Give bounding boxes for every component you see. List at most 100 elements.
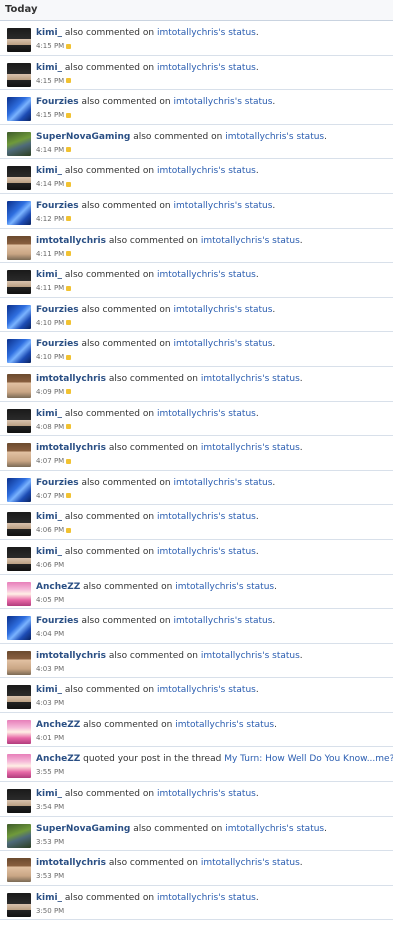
target-link[interactable]: imtotallychris's status (157, 28, 256, 38)
target-link[interactable]: imtotallychris's status (157, 789, 256, 799)
target-link[interactable]: imtotallychris's status (157, 166, 256, 176)
target-link[interactable]: imtotallychris's status (175, 720, 274, 730)
notification-item[interactable]: kimi_ also commented on imtotallychris's… (0, 540, 393, 575)
user-avatar[interactable] (7, 477, 31, 502)
user-avatar[interactable] (7, 650, 31, 675)
notification-item[interactable]: SuperNovaGaming also commented on imtota… (0, 125, 393, 160)
username-link[interactable]: kimi_ (36, 166, 62, 176)
user-avatar[interactable] (7, 823, 31, 848)
notification-item[interactable]: imtotallychris also commented on imtotal… (0, 644, 393, 679)
username-link[interactable]: kimi_ (36, 270, 62, 280)
notification-item[interactable]: SuperNovaGaming also commented on imtota… (0, 817, 393, 852)
target-link[interactable]: imtotallychris's status (225, 132, 324, 142)
user-avatar[interactable] (7, 443, 31, 468)
username-link[interactable]: kimi_ (36, 63, 62, 73)
username-link[interactable]: AncheZZ (36, 754, 80, 764)
user-avatar[interactable] (7, 719, 31, 744)
username-link[interactable]: Fourzies (36, 616, 79, 626)
user-avatar[interactable] (7, 166, 31, 191)
target-link[interactable]: imtotallychris's status (201, 374, 300, 384)
username-link[interactable]: Fourzies (36, 97, 79, 107)
user-avatar[interactable] (7, 200, 31, 225)
target-link[interactable]: imtotallychris's status (157, 893, 256, 903)
username-link[interactable]: SuperNovaGaming (36, 824, 130, 834)
notification-item[interactable]: imtotallychris also commented on imtotal… (0, 367, 393, 402)
notification-item[interactable]: kimi_ also commented on imtotallychris's… (0, 56, 393, 91)
username-link[interactable]: Fourzies (36, 339, 79, 349)
notification-item[interactable]: kimi_ also commented on imtotallychris's… (0, 402, 393, 437)
target-link[interactable]: imtotallychris's status (174, 616, 273, 626)
notification-item[interactable]: AncheZZ quoted your post in the thread M… (0, 747, 393, 783)
target-link[interactable]: imtotallychris's status (157, 512, 256, 522)
target-link[interactable]: My Turn: How Well Do You Know...me? (224, 754, 393, 764)
username-link[interactable]: imtotallychris (36, 374, 106, 384)
username-link[interactable]: kimi_ (36, 685, 62, 695)
username-link[interactable]: SuperNovaGaming (36, 132, 130, 142)
user-avatar[interactable] (7, 339, 31, 364)
user-avatar[interactable] (7, 408, 31, 433)
notification-item[interactable]: AncheZZ also commented on imtotallychris… (0, 713, 393, 748)
username-link[interactable]: kimi_ (36, 512, 62, 522)
notification-item[interactable]: kimi_ also commented on imtotallychris's… (0, 678, 393, 713)
notification-item[interactable]: kimi_ also commented on imtotallychris's… (0, 159, 393, 194)
username-link[interactable]: imtotallychris (36, 858, 106, 868)
user-avatar[interactable] (7, 28, 31, 52)
user-avatar[interactable] (7, 581, 31, 606)
notification-item[interactable]: kimi_ also commented on imtotallychris's… (0, 21, 393, 56)
target-link[interactable]: imtotallychris's status (201, 858, 300, 868)
notification-item[interactable]: Fourzies also commented on imtotallychri… (0, 298, 393, 333)
username-link[interactable]: kimi_ (36, 893, 62, 903)
username-link[interactable]: Fourzies (36, 478, 79, 488)
username-link[interactable]: kimi_ (36, 409, 62, 419)
target-link[interactable]: imtotallychris's status (174, 97, 273, 107)
target-link[interactable]: imtotallychris's status (174, 305, 273, 315)
target-link[interactable]: imtotallychris's status (201, 236, 300, 246)
user-avatar[interactable] (7, 892, 31, 917)
notification-item[interactable]: imtotallychris also commented on imtotal… (0, 436, 393, 471)
notification-item[interactable]: kimi_ also commented on imtotallychris's… (0, 263, 393, 298)
username-link[interactable]: Fourzies (36, 305, 79, 315)
user-avatar[interactable] (7, 97, 31, 122)
user-avatar[interactable] (7, 131, 31, 156)
notification-item[interactable]: Fourzies also commented on imtotallychri… (0, 471, 393, 506)
user-avatar[interactable] (7, 754, 31, 779)
target-link[interactable]: imtotallychris's status (174, 201, 273, 211)
notification-item[interactable]: imtotallychris also commented on imtotal… (0, 229, 393, 264)
target-link[interactable]: imtotallychris's status (157, 547, 256, 557)
user-avatar[interactable] (7, 858, 31, 883)
user-avatar[interactable] (7, 546, 31, 571)
target-link[interactable]: imtotallychris's status (175, 582, 274, 592)
user-avatar[interactable] (7, 270, 31, 295)
target-link[interactable]: imtotallychris's status (157, 685, 256, 695)
user-avatar[interactable] (7, 304, 31, 329)
user-avatar[interactable] (7, 62, 31, 87)
user-avatar[interactable] (7, 235, 31, 260)
username-link[interactable]: imtotallychris (36, 236, 106, 246)
user-avatar[interactable] (7, 616, 31, 641)
notification-item[interactable]: Fourzies also commented on imtotallychri… (0, 90, 393, 125)
target-link[interactable]: imtotallychris's status (174, 339, 273, 349)
target-link[interactable]: imtotallychris's status (201, 443, 300, 453)
username-link[interactable]: kimi_ (36, 28, 62, 38)
username-link[interactable]: AncheZZ (36, 582, 80, 592)
notification-item[interactable]: kimi_ also commented on imtotallychris's… (0, 782, 393, 817)
notification-item[interactable]: Fourzies also commented on imtotallychri… (0, 609, 393, 644)
username-link[interactable]: AncheZZ (36, 720, 80, 730)
username-link[interactable]: kimi_ (36, 547, 62, 557)
notification-item[interactable]: Fourzies also commented on imtotallychri… (0, 194, 393, 229)
username-link[interactable]: imtotallychris (36, 443, 106, 453)
target-link[interactable]: imtotallychris's status (157, 270, 256, 280)
username-link[interactable]: kimi_ (36, 789, 62, 799)
user-avatar[interactable] (7, 373, 31, 398)
username-link[interactable]: Fourzies (36, 201, 79, 211)
notification-item[interactable]: AncheZZ also commented on imtotallychris… (0, 575, 393, 610)
target-link[interactable]: imtotallychris's status (157, 409, 256, 419)
user-avatar[interactable] (7, 789, 31, 814)
target-link[interactable]: imtotallychris's status (174, 478, 273, 488)
notification-item[interactable]: kimi_ also commented on imtotallychris's… (0, 886, 393, 921)
target-link[interactable]: imtotallychris's status (157, 63, 256, 73)
user-avatar[interactable] (7, 685, 31, 710)
user-avatar[interactable] (7, 512, 31, 537)
target-link[interactable]: imtotallychris's status (201, 651, 300, 661)
notification-item[interactable]: kimi_ also commented on imtotallychris's… (0, 505, 393, 540)
